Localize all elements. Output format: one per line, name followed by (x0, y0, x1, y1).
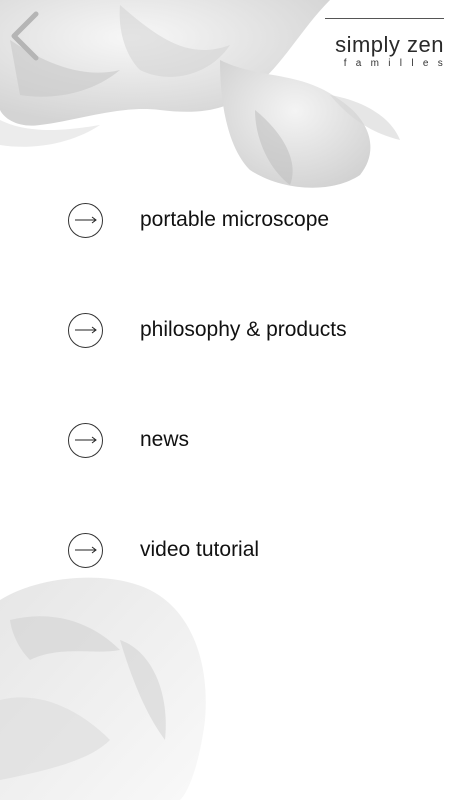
menu-item-news[interactable]: news (68, 420, 189, 460)
arrow-right-icon (68, 532, 103, 568)
back-button[interactable] (4, 6, 48, 66)
logo-title: simply zen (335, 32, 444, 57)
menu-item-label: video tutorial (140, 538, 260, 561)
logo-divider (325, 18, 444, 19)
app-screen: simply zen familles portable microscope … (0, 0, 450, 800)
arrow-right-icon (68, 202, 103, 238)
menu-item-philosophy-products[interactable]: philosophy & products (68, 310, 347, 350)
menu-item-label: portable microscope (140, 208, 330, 231)
arrow-right-icon (68, 312, 103, 348)
brand-logo: simply zen familles (324, 18, 444, 70)
chevron-left-icon (11, 11, 39, 61)
logo-subtitle: familles (343, 58, 450, 69)
menu-item-label: philosophy & products (140, 318, 347, 341)
menu-item-label: news (140, 428, 190, 451)
menu-item-portable-microscope[interactable]: portable microscope (68, 200, 329, 240)
menu-item-video-tutorial[interactable]: video tutorial (68, 530, 259, 570)
arrow-right-icon (68, 422, 103, 458)
flower-background-image (0, 0, 400, 800)
